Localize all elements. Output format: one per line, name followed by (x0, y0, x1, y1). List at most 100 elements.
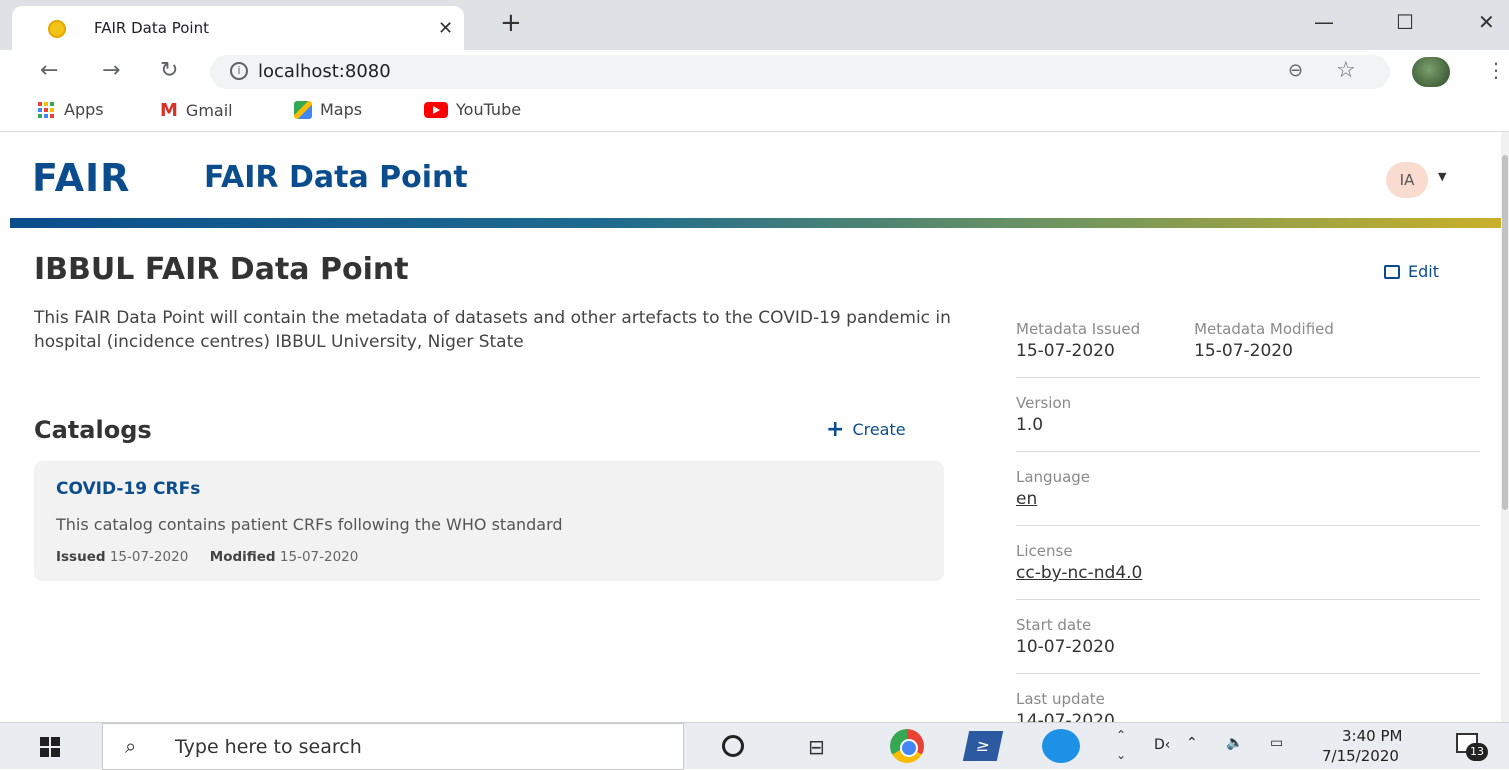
modified-date: 15-07-2020 (279, 549, 359, 565)
bookmark-label: Gmail (185, 101, 233, 120)
page-title: IBBUL FAIR Data Point (34, 252, 409, 287)
profile-avatar[interactable] (1412, 57, 1450, 87)
zoom-icon[interactable]: ⊖ (1288, 60, 1303, 81)
bookmark-label: YouTube (456, 100, 522, 119)
language-label: Language (1016, 468, 1091, 486)
bookmark-apps[interactable]: Apps (38, 100, 104, 119)
page-content: FAIR FAIR Data Point IA ▼ IBBUL FAIR Dat… (10, 132, 1501, 722)
catalog-card: COVID-19 CRFs This catalog contains pati… (34, 461, 944, 581)
catalog-meta: Issued 15-07-2020 Modified 15-07-2020 (56, 549, 358, 565)
bookmark-star-icon[interactable]: ☆ (1336, 58, 1356, 83)
gmail-icon: M (160, 100, 178, 121)
notification-count: 13 (1466, 743, 1488, 761)
youtube-icon (424, 101, 448, 118)
windows-start-icon[interactable] (40, 737, 60, 757)
browser-tab[interactable]: FAIR Data Point ✕ (12, 6, 464, 50)
plus-icon: + (826, 416, 845, 442)
clock-time[interactable]: 3:40 PM (1342, 727, 1402, 745)
bookmark-label: Apps (64, 100, 104, 119)
issued-date: 15-07-2020 (109, 549, 189, 565)
info-icon[interactable]: i (230, 62, 248, 80)
metadata-modified-label: Metadata Modified (1194, 320, 1334, 338)
modified-label: Modified (209, 549, 276, 565)
start-date-row: Start date 10-07-2020 (1016, 600, 1480, 674)
cortana-icon[interactable] (722, 735, 744, 757)
create-label: Create (852, 420, 906, 439)
minimize-button[interactable]: — (1314, 10, 1334, 34)
edit-label: Edit (1408, 262, 1439, 281)
apps-grid-icon (38, 101, 56, 118)
page-description: This FAIR Data Point will contain the me… (34, 308, 951, 352)
license-label: License (1016, 542, 1073, 560)
chrome-icon[interactable] (890, 729, 924, 763)
tab-title: FAIR Data Point (94, 19, 209, 37)
maximize-button[interactable]: ☐ (1396, 10, 1414, 34)
search-placeholder: Type here to search (175, 736, 362, 758)
notification-center-icon[interactable]: 13 (1456, 731, 1488, 761)
clock-date[interactable]: 7/15/2020 (1322, 747, 1399, 765)
version-value: 1.0 (1016, 415, 1044, 435)
issued-label: Issued (56, 549, 106, 565)
docker-icon[interactable] (1042, 729, 1080, 763)
last-update-row: Last update 14-07-2020 (1016, 674, 1480, 722)
header-gradient-bar (10, 218, 1501, 228)
task-view-icon[interactable]: ⊟ (808, 735, 838, 765)
metadata-issued: Metadata Issued 15-07-2020 (1016, 320, 1140, 361)
url-text[interactable]: localhost:8080 (258, 61, 391, 82)
bookmark-label: Maps (320, 100, 363, 119)
edit-button[interactable]: Edit (1384, 262, 1439, 281)
language-row: Language en (1016, 452, 1480, 526)
edit-icon (1384, 264, 1400, 279)
new-tab-button[interactable]: + (500, 10, 522, 36)
start-date-label: Start date (1016, 616, 1092, 634)
browser-toolbar: ← → ↻ i localhost:8080 ⊖ ☆ ⋮ (0, 50, 1509, 94)
create-catalog-button[interactable]: + Create (826, 416, 906, 442)
app-title[interactable]: FAIR Data Point (204, 160, 468, 195)
scroll-arrows-icon[interactable]: ⌃ ⌄ (1116, 725, 1126, 765)
license-link[interactable]: cc-by-nc-nd4.0 (1016, 563, 1480, 583)
fair-favicon-icon (48, 20, 66, 38)
address-bar[interactable]: i localhost:8080 ⊖ ☆ (210, 55, 1390, 89)
reload-icon[interactable]: ↻ (160, 58, 178, 83)
scrollbar-thumb[interactable] (1502, 155, 1508, 510)
caret-down-icon[interactable]: ▼ (1438, 170, 1446, 183)
metadata-dates-row: Metadata Issued 15-07-2020 Metadata Modi… (1016, 320, 1480, 378)
browser-menu-icon[interactable]: ⋮ (1486, 58, 1506, 82)
start-date-value: 10-07-2020 (1016, 637, 1115, 657)
metadata-modified-value: 15-07-2020 (1194, 341, 1293, 361)
powershell-icon[interactable]: ≥ (962, 731, 1004, 761)
taskbar-search[interactable]: ⌕ Type here to search (102, 723, 684, 770)
bookmark-youtube[interactable]: YouTube (424, 100, 521, 119)
tray-chevron-icon[interactable]: ⌃ (1186, 735, 1198, 751)
metadata-issued-label: Metadata Issued (1016, 320, 1141, 338)
close-window-button[interactable]: ✕ (1478, 10, 1495, 34)
windows-taskbar: ⌕ Type here to search ⊟ ≥ ⌃ ⌄ D‹ ⌃ 🔈 ▭ 3:… (0, 722, 1509, 770)
app-header: FAIR FAIR Data Point IA ▼ (10, 132, 1501, 216)
bookmarks-bar: Apps M Gmail Maps YouTube (0, 94, 1509, 132)
metadata-issued-value: 15-07-2020 (1016, 341, 1115, 361)
catalogs-heading: Catalogs (34, 416, 152, 444)
maps-icon (294, 100, 312, 119)
search-icon: ⌕ (125, 734, 137, 758)
volume-icon[interactable]: 🔈 (1226, 735, 1243, 751)
version-label: Version (1016, 394, 1072, 412)
network-icon[interactable]: ▭ (1270, 735, 1283, 751)
language-link[interactable]: en (1016, 489, 1480, 509)
browser-tabstrip: FAIR Data Point ✕ + — ☐ ✕ (0, 0, 1509, 50)
tray-text[interactable]: D‹ (1154, 737, 1170, 753)
user-avatar[interactable]: IA (1386, 162, 1428, 198)
license-row: License cc-by-nc-nd4.0 (1016, 526, 1480, 600)
metadata-modified: Metadata Modified 15-07-2020 (1194, 320, 1334, 361)
forward-arrow-icon[interactable]: → (102, 58, 120, 83)
fair-logo[interactable]: FAIR (32, 156, 130, 200)
bookmark-gmail[interactable]: M Gmail (160, 100, 233, 121)
catalog-description: This catalog contains patient CRFs follo… (56, 515, 563, 534)
bookmark-maps[interactable]: Maps (294, 100, 362, 119)
last-update-label: Last update (1016, 690, 1105, 708)
last-update-value: 14-07-2020 (1016, 711, 1115, 722)
version-row: Version 1.0 (1016, 378, 1480, 452)
catalog-title-link[interactable]: COVID-19 CRFs (56, 479, 200, 499)
metadata-sidebar: Metadata Issued 15-07-2020 Metadata Modi… (1016, 320, 1480, 722)
tab-close-icon[interactable]: ✕ (438, 18, 453, 39)
back-arrow-icon[interactable]: ← (40, 58, 58, 83)
